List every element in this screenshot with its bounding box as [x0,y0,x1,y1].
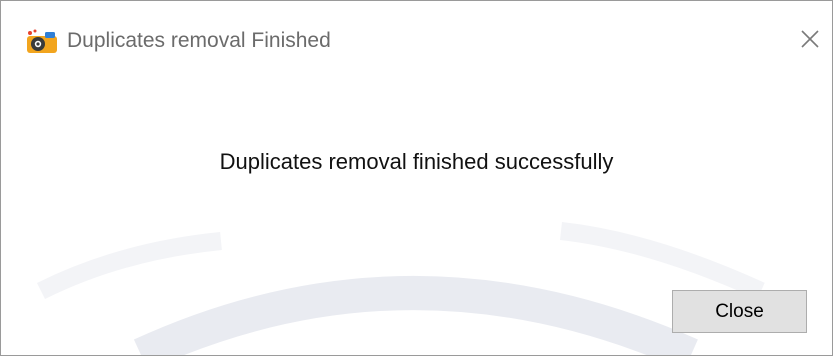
title-bar[interactable]: Duplicates removal Finished [1,1,832,81]
window-title: Duplicates removal Finished [67,29,331,52]
status-message: Duplicates removal finished successfully [219,149,614,174]
close-button[interactable]: Close [672,290,807,333]
close-icon[interactable] [794,23,826,55]
dialog-window: Duplicates removal Finished Duplicates r… [0,0,833,356]
camera-app-icon [25,28,59,54]
